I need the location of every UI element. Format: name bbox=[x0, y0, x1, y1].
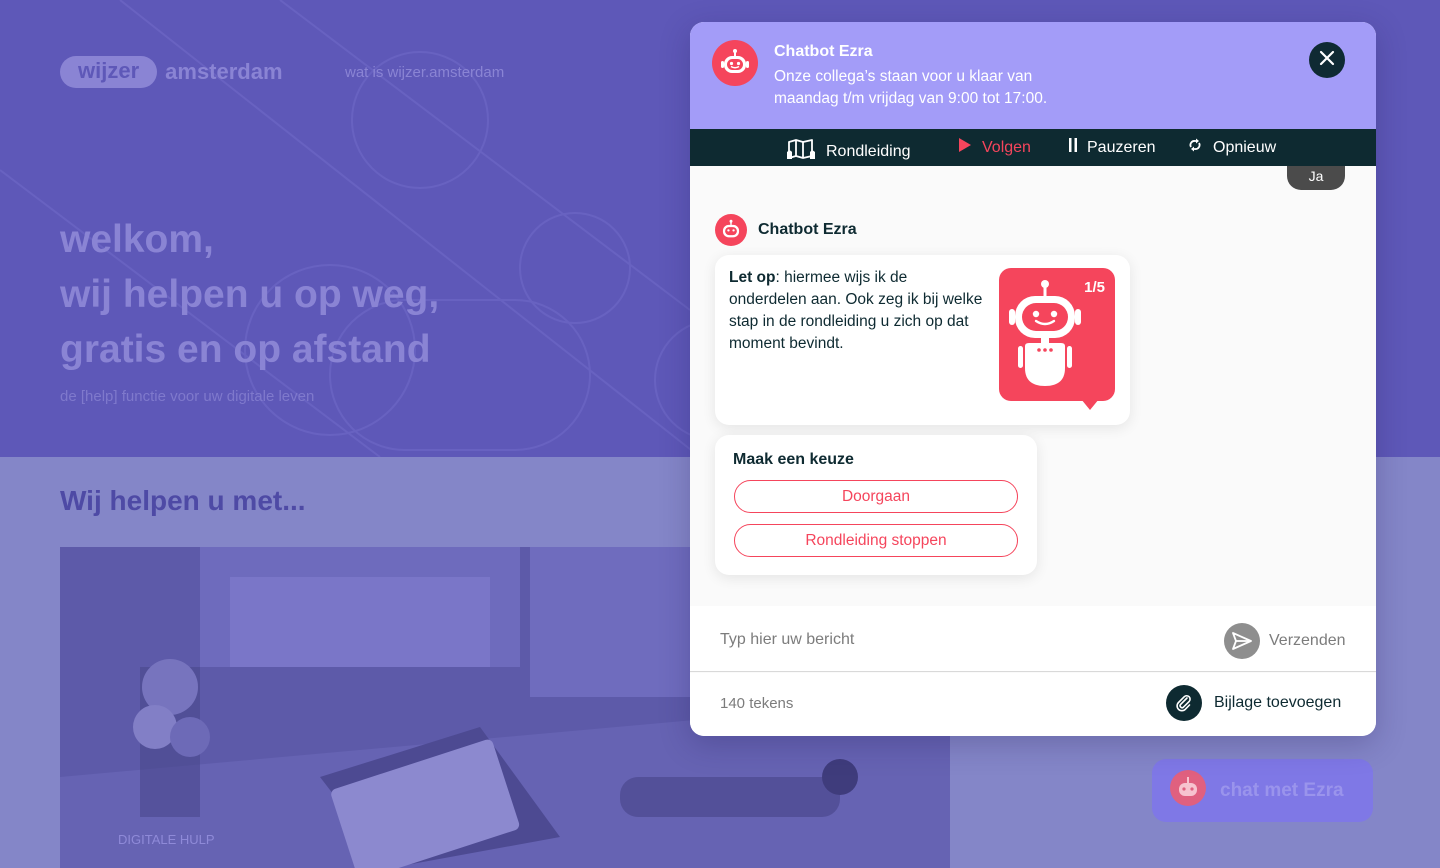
chat-widget: Chatbot Ezra Onze collega’s staan voor u… bbox=[690, 22, 1376, 736]
stop-tour-button[interactable]: Rondleiding stoppen bbox=[734, 524, 1018, 557]
hero-title-line-3: gratis en op afstand bbox=[60, 328, 431, 371]
robot-icon bbox=[1005, 276, 1085, 401]
pause-icon bbox=[1069, 138, 1077, 157]
composer-footer: 140 tekens Bijlage toevoegen bbox=[690, 673, 1376, 736]
tour-step-card: 1/5 bbox=[999, 268, 1115, 410]
logo-text: amsterdam bbox=[165, 59, 283, 84]
tour-label: Rondleiding bbox=[826, 142, 911, 160]
attach-file-label: Bijlage toevoegen bbox=[1214, 694, 1342, 711]
tour-toolbar: Rondleiding Volgen Pauzeren Opnieuw bbox=[690, 129, 1376, 166]
attach-file-button[interactable]: Bijlage toevoegen bbox=[1166, 685, 1341, 721]
follow-button[interactable]: Volgen bbox=[958, 138, 1031, 157]
bot-message: Let op: hiermee wijs ik de onderdelen aa… bbox=[715, 255, 1130, 425]
chat-launcher-label: chat met Ezra bbox=[1220, 779, 1344, 801]
close-icon bbox=[1319, 50, 1335, 71]
follow-label: Volgen bbox=[982, 138, 1031, 156]
bot-message-header: Chatbot Ezra bbox=[715, 214, 857, 246]
user-message: Ja bbox=[1287, 166, 1345, 190]
pause-label: Pauzeren bbox=[1087, 138, 1156, 156]
logo-pill: wijzer bbox=[60, 56, 158, 88]
section-title: Wij helpen u met... bbox=[60, 485, 306, 516]
nav-link-about[interactable]: wat is wijzer.amsterdam bbox=[345, 64, 504, 81]
bot-name: Chatbot Ezra bbox=[758, 221, 857, 238]
message-composer: Verzenden bbox=[690, 606, 1376, 672]
photo-caption: DIGITALE HULP bbox=[118, 832, 215, 847]
message-list[interactable]: Ja Chatbot Ezra Let op: hiermee wijs ik … bbox=[690, 166, 1376, 606]
bot-message-text: Let op: hiermee wijs ik de onderdelen aa… bbox=[729, 267, 989, 355]
chat-launcher-button[interactable]: chat met Ezra bbox=[1152, 759, 1373, 822]
step-total: /5 bbox=[1092, 279, 1105, 296]
choice-card: Maak een keuze Doorgaan Rondleiding stop… bbox=[715, 435, 1037, 575]
site-logo[interactable]: wijzer amsterdam bbox=[60, 56, 283, 88]
message-input[interactable] bbox=[720, 626, 1140, 654]
restart-label: Opnieuw bbox=[1213, 138, 1277, 156]
send-button[interactable]: Verzenden bbox=[1224, 623, 1346, 659]
restart-button[interactable]: Opnieuw bbox=[1187, 138, 1276, 157]
tour-button[interactable]: Rondleiding bbox=[786, 138, 911, 165]
chat-header-title: Chatbot Ezra bbox=[774, 43, 873, 60]
robot-icon bbox=[712, 40, 758, 86]
continue-button[interactable]: Doorgaan bbox=[734, 480, 1018, 513]
pause-button[interactable]: Pauzeren bbox=[1069, 138, 1156, 157]
map-icon bbox=[786, 138, 816, 165]
hero-subtitle: de [help] functie voor uw digitale leven bbox=[60, 388, 315, 405]
paperclip-icon bbox=[1166, 685, 1202, 721]
character-count: 140 tekens bbox=[720, 695, 794, 712]
message-emphasis: Let op bbox=[729, 269, 776, 286]
play-icon bbox=[958, 138, 972, 157]
send-label: Verzenden bbox=[1269, 632, 1346, 649]
hero-title-line-1: welkom, bbox=[60, 218, 214, 261]
chat-header-subtitle: Onze collega’s staan voor u klaar van ma… bbox=[774, 68, 1048, 107]
choice-title: Maak een keuze bbox=[733, 451, 854, 468]
send-icon bbox=[1224, 623, 1260, 659]
robot-icon bbox=[715, 214, 747, 246]
hero-title-line-2: wij helpen u op weg, bbox=[60, 273, 440, 316]
close-button[interactable] bbox=[1309, 42, 1345, 78]
refresh-icon bbox=[1187, 138, 1203, 157]
hero-title: welkom, wij helpen u op weg, gratis en o… bbox=[60, 212, 439, 377]
chat-header: Chatbot Ezra Onze collega’s staan voor u… bbox=[690, 22, 1376, 129]
robot-icon bbox=[1170, 770, 1206, 811]
step-counter: 1/5 bbox=[1084, 279, 1105, 296]
